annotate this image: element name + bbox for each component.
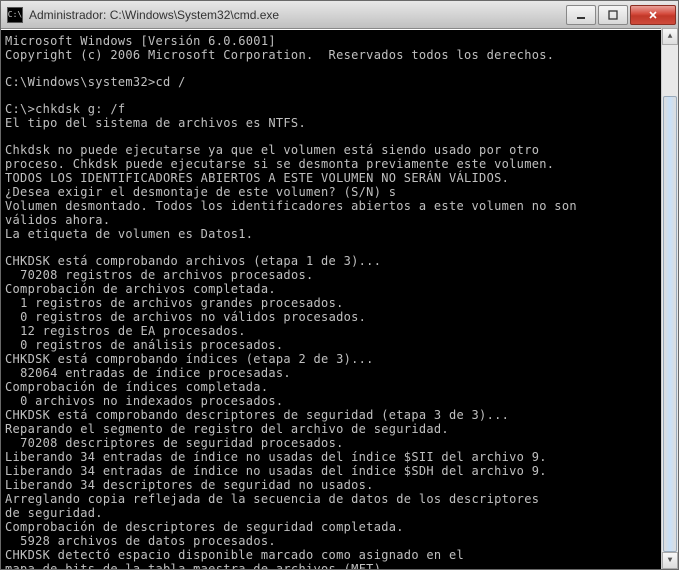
console-output[interactable]: Microsoft Windows [Versión 6.0.6001]Copy… — [1, 29, 678, 569]
console-line: 5928 archivos de datos procesados. — [5, 534, 674, 548]
console-line: Volumen desmontado. Todos los identifica… — [5, 199, 674, 213]
close-icon — [647, 10, 659, 20]
titlebar[interactable]: C:\ Administrador: C:\Windows\System32\c… — [1, 1, 678, 29]
command-prompt-window: C:\ Administrador: C:\Windows\System32\c… — [0, 0, 679, 570]
console-line — [5, 89, 674, 102]
console-line — [5, 241, 674, 254]
scroll-up-button[interactable]: ▲ — [662, 28, 678, 45]
console-line: 0 registros de archivos no válidos proce… — [5, 310, 674, 324]
console-line: Comprobación de descriptores de segurida… — [5, 520, 674, 534]
console-line: Microsoft Windows [Versión 6.0.6001] — [5, 34, 674, 48]
minimize-button[interactable] — [566, 5, 596, 25]
scroll-thumb[interactable] — [663, 96, 677, 552]
console-line: TODOS LOS IDENTIFICADORES ABIERTOS A EST… — [5, 171, 674, 185]
scroll-track[interactable] — [662, 45, 678, 552]
window-title: Administrador: C:\Windows\System32\cmd.e… — [29, 8, 564, 22]
scroll-down-button[interactable]: ▼ — [662, 552, 678, 569]
console-line: 0 archivos no indexados procesados. — [5, 394, 674, 408]
console-line: 12 registros de EA procesados. — [5, 324, 674, 338]
console-line: 70208 descriptores de seguridad procesad… — [5, 436, 674, 450]
close-button[interactable] — [630, 5, 676, 25]
console-line — [5, 130, 674, 143]
maximize-icon — [607, 10, 619, 20]
console-line: CHKDSK está comprobando índices (etapa 2… — [5, 352, 674, 366]
console-line: C:\Windows\system32>cd / — [5, 75, 674, 89]
vertical-scrollbar[interactable]: ▲ ▼ — [661, 28, 678, 569]
console-line: C:\>chkdsk g: /f — [5, 102, 674, 116]
console-line: Comprobación de índices completada. — [5, 380, 674, 394]
console-line: Copyright (c) 2006 Microsoft Corporation… — [5, 48, 674, 62]
console-line: Liberando 34 entradas de índice no usada… — [5, 464, 674, 478]
console-line: de seguridad. — [5, 506, 674, 520]
console-line: proceso. Chkdsk puede ejecutarse si se d… — [5, 157, 674, 171]
console-line: Arreglando copia reflejada de la secuenc… — [5, 492, 674, 506]
minimize-icon — [575, 10, 587, 20]
console-line: 82064 entradas de índice procesadas. — [5, 366, 674, 380]
console-line: Comprobación de archivos completada. — [5, 282, 674, 296]
console-line: 0 registros de análisis procesados. — [5, 338, 674, 352]
console-line: CHKDSK detectó espacio disponible marcad… — [5, 548, 674, 562]
console-line: CHKDSK está comprobando descriptores de … — [5, 408, 674, 422]
console-line: Chkdsk no puede ejecutarse ya que el vol… — [5, 143, 674, 157]
maximize-button[interactable] — [598, 5, 628, 25]
console-line: La etiqueta de volumen es Datos1. — [5, 227, 674, 241]
console-line: Liberando 34 entradas de índice no usada… — [5, 450, 674, 464]
console-line: CHKDSK está comprobando archivos (etapa … — [5, 254, 674, 268]
console-line: ¿Desea exigir el desmontaje de este volu… — [5, 185, 674, 199]
cmd-icon: C:\ — [7, 7, 23, 23]
console-line: Liberando 34 descriptores de seguridad n… — [5, 478, 674, 492]
console-line: 70208 registros de archivos procesados. — [5, 268, 674, 282]
console-line — [5, 62, 674, 75]
console-line: válidos ahora. — [5, 213, 674, 227]
window-controls — [564, 5, 676, 25]
console-line: mapa de bits de la tabla maestra de arch… — [5, 562, 674, 569]
console-line: Reparando el segmento de registro del ar… — [5, 422, 674, 436]
console-line: 1 registros de archivos grandes procesad… — [5, 296, 674, 310]
console-line: El tipo del sistema de archivos es NTFS. — [5, 116, 674, 130]
